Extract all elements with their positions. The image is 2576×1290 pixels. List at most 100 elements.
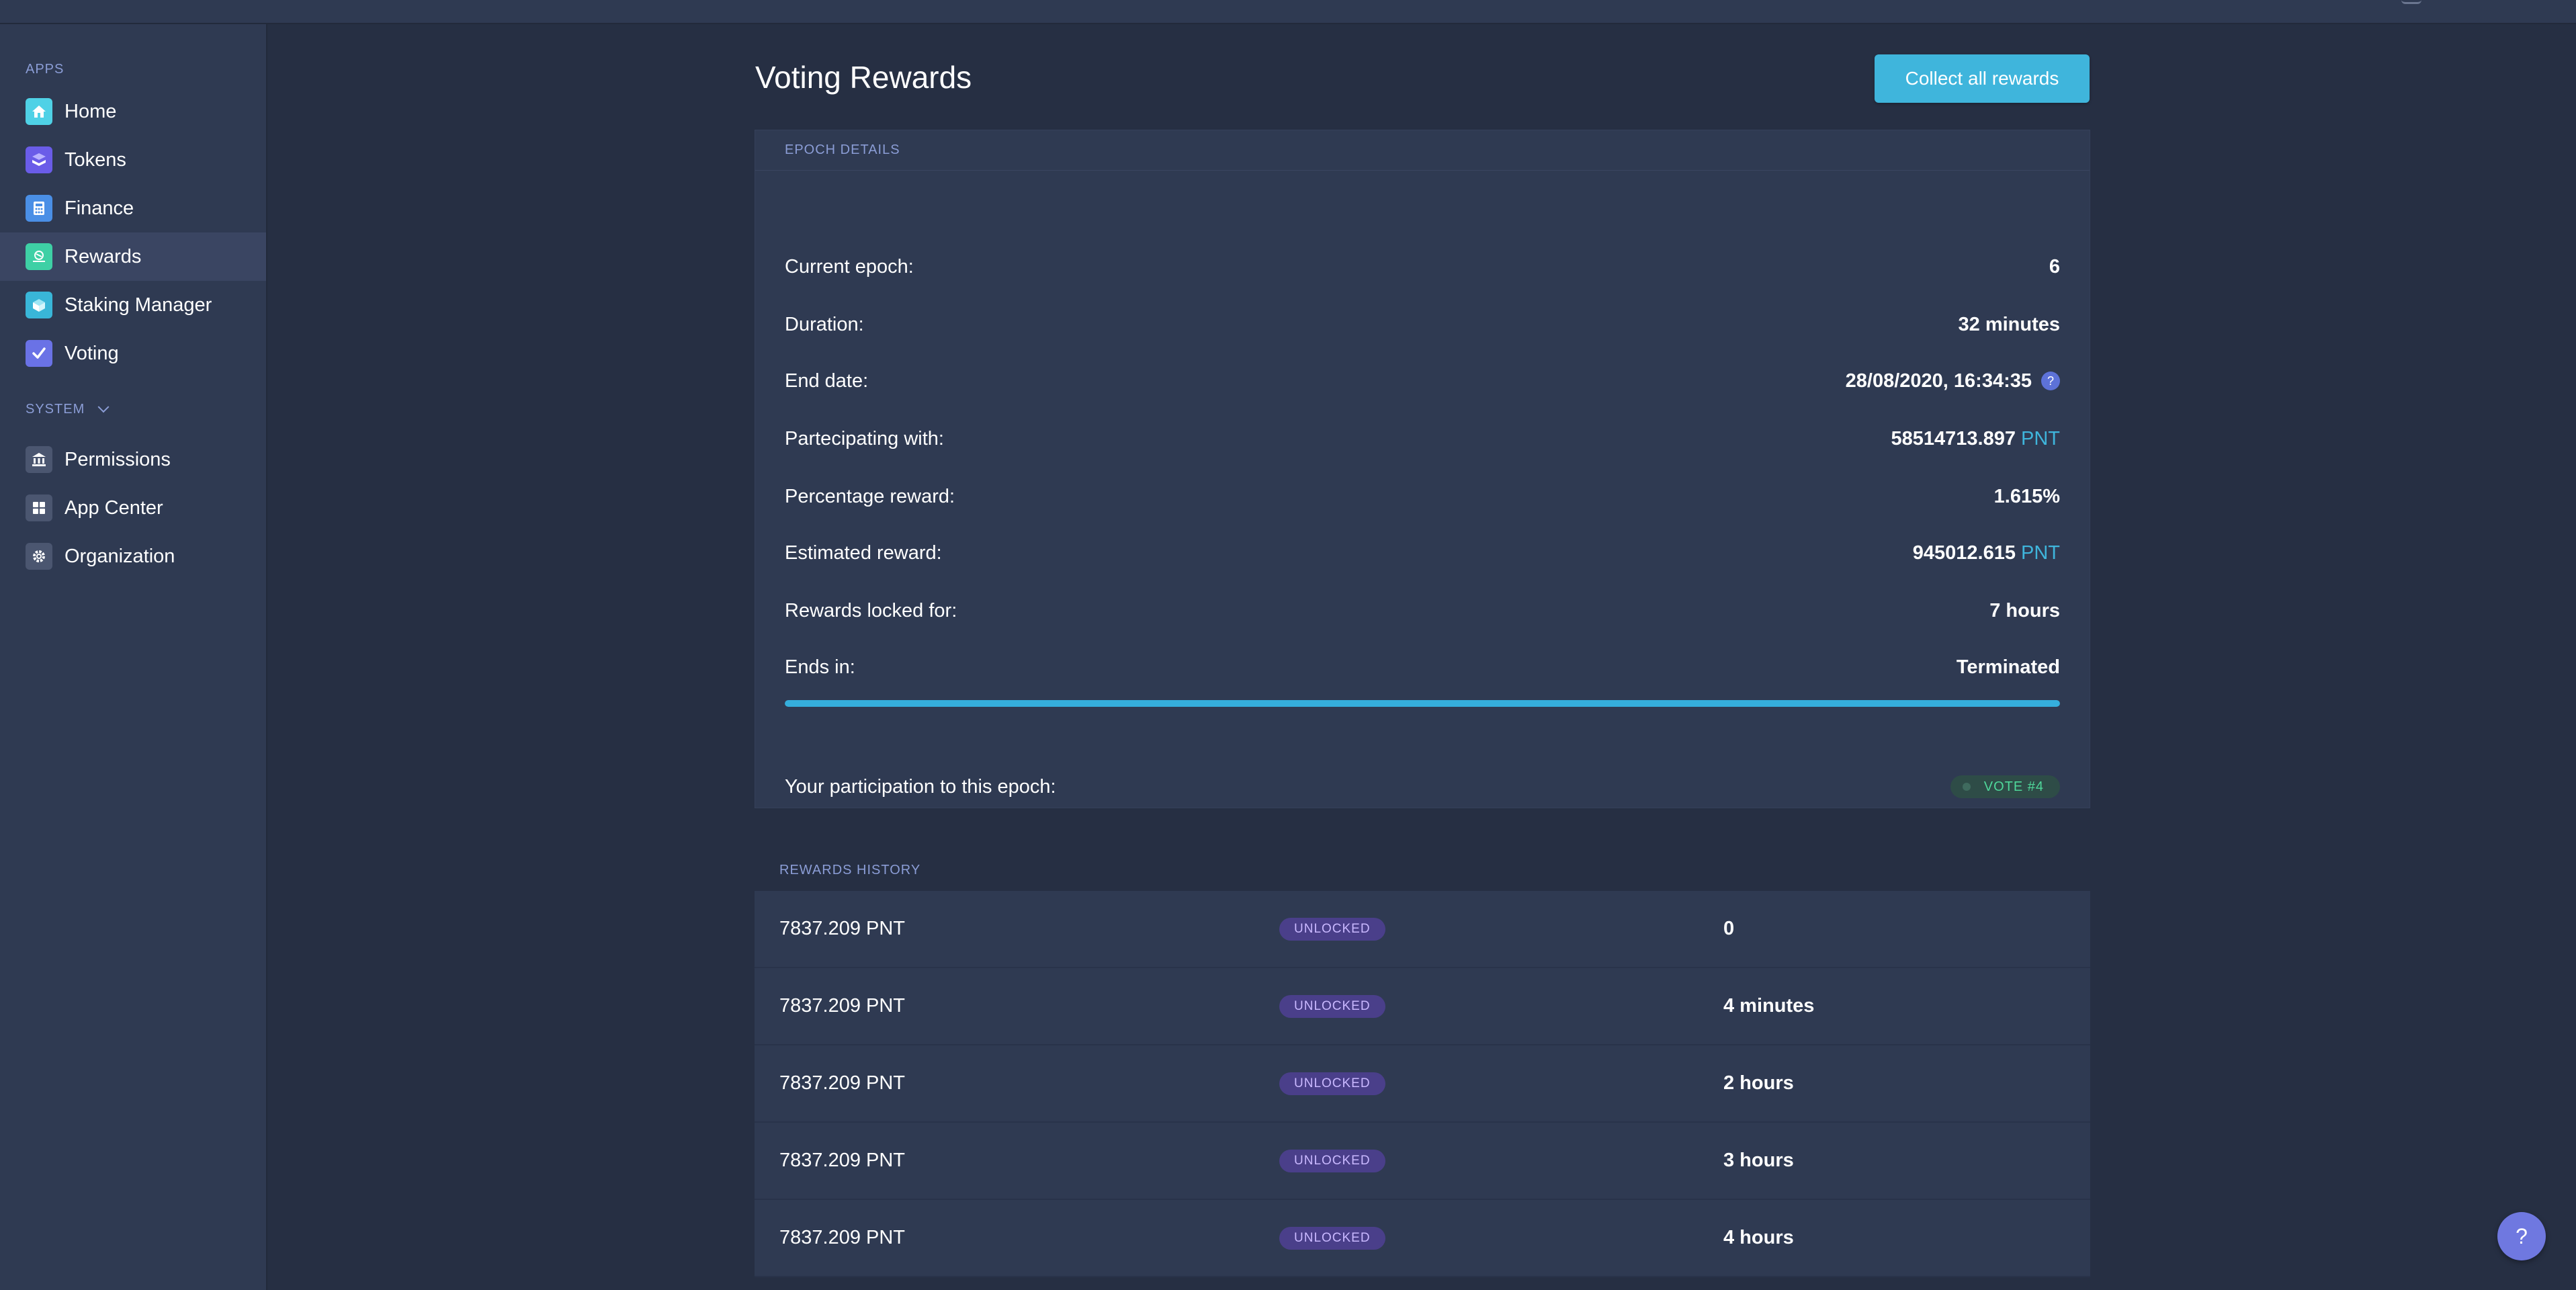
gear-icon xyxy=(26,543,52,570)
reward-amount: 7837.209 PNT xyxy=(779,1227,906,1248)
checkmark-icon xyxy=(26,340,52,367)
ends-in-value: Terminated xyxy=(1956,656,2060,678)
sidebar-item-label: Home xyxy=(65,100,117,122)
detail-value: Terminated xyxy=(1957,656,2060,679)
grid-icon xyxy=(26,494,52,521)
epoch-detail-row: Rewards locked for: 7 hours xyxy=(785,594,2060,628)
reward-amount: 7837.209 PNT xyxy=(779,1072,906,1094)
epoch-details-panel: EPOCH DETAILS Current epoch: 6 Duration:… xyxy=(755,130,2090,808)
rewards-locked-value: 7 hours xyxy=(1989,599,2060,621)
participation-row: Your participation to this epoch: VOTE #… xyxy=(785,770,2060,804)
sidebar-item-label: Voting xyxy=(65,342,119,364)
sidebar-item-tokens[interactable]: Tokens xyxy=(0,136,266,184)
vote-badge[interactable]: VOTE #4 xyxy=(1950,775,2060,798)
detail-label: End date: xyxy=(785,370,869,392)
rewards-history-header: REWARDS HISTORY xyxy=(779,863,921,877)
vote-badge-label: VOTE #4 xyxy=(1983,779,2044,794)
sidebar-item-label: Finance xyxy=(65,197,134,219)
detail-value: 28/08/2020, 16:34:35 ? xyxy=(1846,370,2060,392)
sidebar-item-app-center[interactable]: App Center xyxy=(0,484,266,532)
sidebar-item-label: Tokens xyxy=(65,148,126,171)
collect-all-rewards-button[interactable]: Collect all rewards xyxy=(1875,54,2090,103)
sidebar-item-voting[interactable]: Voting xyxy=(0,329,266,378)
estimated-reward-amount: 945012.615 xyxy=(1912,542,2016,564)
sidebar-item-label: Staking Manager xyxy=(65,294,212,316)
sidebar-item-finance[interactable]: Finance xyxy=(0,184,266,232)
end-date-value: 28/08/2020, 16:34:35 xyxy=(1845,370,2032,392)
sidebar-item-label: Rewards xyxy=(65,245,142,267)
sidebar-item-organization[interactable]: Organization xyxy=(0,532,266,580)
epoch-detail-row: Current epoch: 6 xyxy=(785,250,2060,284)
status-dot-icon xyxy=(1962,783,1971,791)
percentage-reward-value: 1.615% xyxy=(1993,485,2060,507)
detail-label: Ends in: xyxy=(785,656,855,678)
sidebar-item-permissions[interactable]: Permissions xyxy=(0,435,266,484)
rewards-icon xyxy=(26,243,52,270)
top-bar xyxy=(0,0,2576,24)
table-row: 7837.209 PNT UNLOCKED 4 hours xyxy=(755,1200,2090,1277)
detail-value: 1.615% xyxy=(1994,486,2060,508)
help-button[interactable]: ? xyxy=(2497,1212,2546,1260)
status-badge: UNLOCKED xyxy=(1279,994,1385,1018)
calculator-icon xyxy=(26,195,52,222)
account-menu-handle[interactable] xyxy=(2401,0,2421,4)
sidebar-item-home[interactable]: Home xyxy=(0,87,266,136)
epoch-detail-row: Estimated reward: 945012.615 PNT xyxy=(785,536,2060,570)
table-row: 7837.209 PNT UNLOCKED 3 hours xyxy=(755,1123,2090,1200)
sidebar: APPS Home Tokens Finance Rewards Staking… xyxy=(0,24,267,1290)
detail-label: Partecipating with: xyxy=(785,427,944,449)
status-badge: UNLOCKED xyxy=(1279,1226,1385,1250)
reward-time: 3 hours xyxy=(1723,1150,1794,1171)
token-unit: PNT xyxy=(2021,427,2060,449)
reward-amount: 7837.209 PNT xyxy=(779,918,906,939)
apps-section-label: APPS xyxy=(26,62,64,77)
epoch-detail-row: Ends in: Terminated xyxy=(785,650,2060,684)
detail-label: Duration: xyxy=(785,313,864,335)
sidebar-item-label: Organization xyxy=(65,545,175,567)
status-badge: UNLOCKED xyxy=(1279,1072,1385,1095)
reward-time: 4 minutes xyxy=(1723,995,1815,1017)
detail-label: Rewards locked for: xyxy=(785,599,957,621)
tokens-icon xyxy=(26,146,52,173)
current-epoch-value: 6 xyxy=(2049,255,2060,277)
status-badge: UNLOCKED xyxy=(1279,1149,1385,1172)
rewards-history-table: 7837.209 PNT UNLOCKED 0 7837.209 PNT UNL… xyxy=(755,891,2090,1277)
sidebar-item-rewards[interactable]: Rewards xyxy=(0,232,266,281)
system-section-toggle[interactable]: SYSTEM xyxy=(26,400,110,417)
sidebar-item-label: Permissions xyxy=(65,448,171,470)
detail-value: 32 minutes xyxy=(1959,314,2061,336)
help-icon[interactable]: ? xyxy=(2041,372,2060,390)
table-row: 7837.209 PNT UNLOCKED 2 hours xyxy=(755,1045,2090,1123)
bank-icon xyxy=(26,446,52,473)
home-icon xyxy=(26,98,52,125)
detail-value: 6 xyxy=(2049,256,2060,278)
reward-time: 0 xyxy=(1723,918,1735,939)
table-row: 7837.209 PNT UNLOCKED 0 xyxy=(755,891,2090,968)
chevron-down-icon xyxy=(97,400,110,413)
apps-label-text: APPS xyxy=(26,62,65,77)
detail-label: Current epoch: xyxy=(785,255,914,277)
main-content: Voting Rewards Collect all rewards EPOCH… xyxy=(269,24,2576,1290)
table-row: 7837.209 PNT UNLOCKED 4 minutes xyxy=(755,968,2090,1045)
reward-time: 2 hours xyxy=(1723,1072,1794,1094)
reward-amount: 7837.209 PNT xyxy=(779,995,906,1017)
detail-value: 7 hours xyxy=(1989,600,2060,622)
cube-icon xyxy=(26,292,52,318)
epoch-details-header: EPOCH DETAILS xyxy=(755,130,2090,171)
epoch-detail-row: Partecipating with: 58514713.897 PNT xyxy=(785,422,2060,456)
reward-amount: 7837.209 PNT xyxy=(779,1150,906,1171)
epoch-detail-row: Percentage reward: 1.615% xyxy=(785,480,2060,513)
participation-label: Your participation to this epoch: xyxy=(785,775,1056,798)
detail-value: 58514713.897 PNT xyxy=(1891,428,2060,450)
sidebar-item-staking-manager[interactable]: Staking Manager xyxy=(0,281,266,329)
detail-label: Percentage reward: xyxy=(785,485,955,507)
duration-value: 32 minutes xyxy=(1958,313,2061,335)
epoch-detail-row: Duration: 32 minutes xyxy=(785,308,2060,341)
detail-label: Estimated reward: xyxy=(785,542,942,564)
epoch-progress-bar xyxy=(785,700,2060,707)
sidebar-item-label: App Center xyxy=(65,497,163,519)
page-title: Voting Rewards xyxy=(755,60,972,95)
status-badge: UNLOCKED xyxy=(1279,917,1385,941)
participating-amount: 58514713.897 xyxy=(1891,427,2016,449)
epoch-progress-fill xyxy=(785,700,2060,707)
